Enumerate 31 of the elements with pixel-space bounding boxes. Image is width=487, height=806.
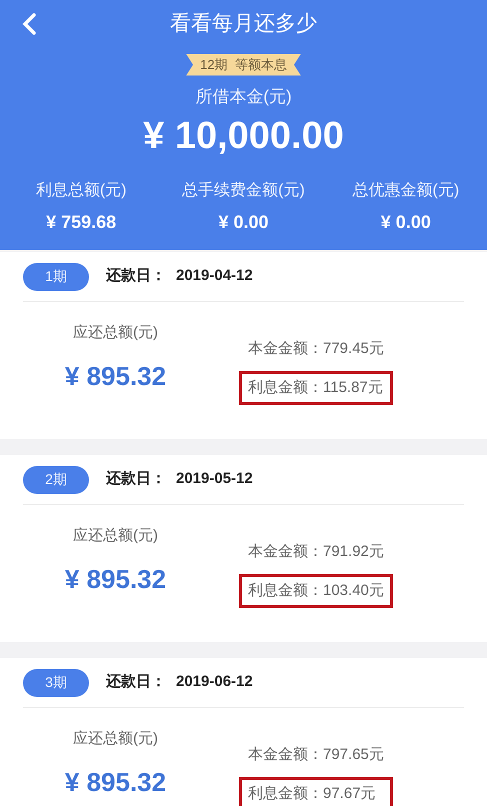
plan-badge: 12期 等额本息 — [186, 54, 301, 76]
summary-label: 总手续费金额(元) — [182, 180, 305, 201]
due-date: 2019-05-12 — [176, 469, 253, 490]
amount-detail: 本金金额：791.92元 — [247, 542, 385, 562]
due-date-label: 还款日： — [106, 266, 166, 286]
summary-label: 利息总额(元) — [36, 180, 126, 201]
summary-value: ¥ 759.68 — [46, 211, 116, 234]
total-due-amount: ¥ 895.32 — [64, 562, 166, 596]
due-date-label: 还款日： — [106, 469, 166, 490]
principal-amount: ¥ 10,000.00 — [143, 114, 344, 159]
amount-detail: 利息金额：97.67元 — [239, 776, 393, 806]
total-due-amount: ¥ 895.32 — [64, 766, 166, 798]
due-date-label: 还款日： — [106, 672, 166, 692]
amount-detail: 利息金额：103.40元 — [239, 574, 393, 608]
due-date: 2019-06-12 — [176, 672, 253, 692]
summary-value: ¥ 0.00 — [380, 211, 431, 234]
amount-detail: 本金金额：779.45元 — [247, 339, 385, 359]
due-date: 2019-04-12 — [176, 266, 253, 286]
amount-detail: 利息金额：115.87元 — [239, 370, 393, 405]
summary-label: 总优惠金额(元) — [352, 180, 460, 201]
total-due-amount: ¥ 895.32 — [64, 360, 166, 392]
total-due-label: 应还总额(元) — [73, 323, 158, 343]
total-due-label: 应还总额(元) — [73, 526, 158, 546]
total-due-label: 应还总额(元) — [73, 729, 158, 749]
period-badge: 3期 — [23, 668, 89, 696]
period-badge: 1期 — [23, 262, 89, 290]
period-badge: 2期 — [23, 466, 89, 494]
summary-value: ¥ 0.00 — [218, 211, 269, 234]
screen-title: 看看每月还多少 — [170, 11, 317, 38]
principal-label: 所借本金(元) — [195, 86, 292, 108]
amount-detail: 本金金额：797.65元 — [247, 745, 385, 765]
